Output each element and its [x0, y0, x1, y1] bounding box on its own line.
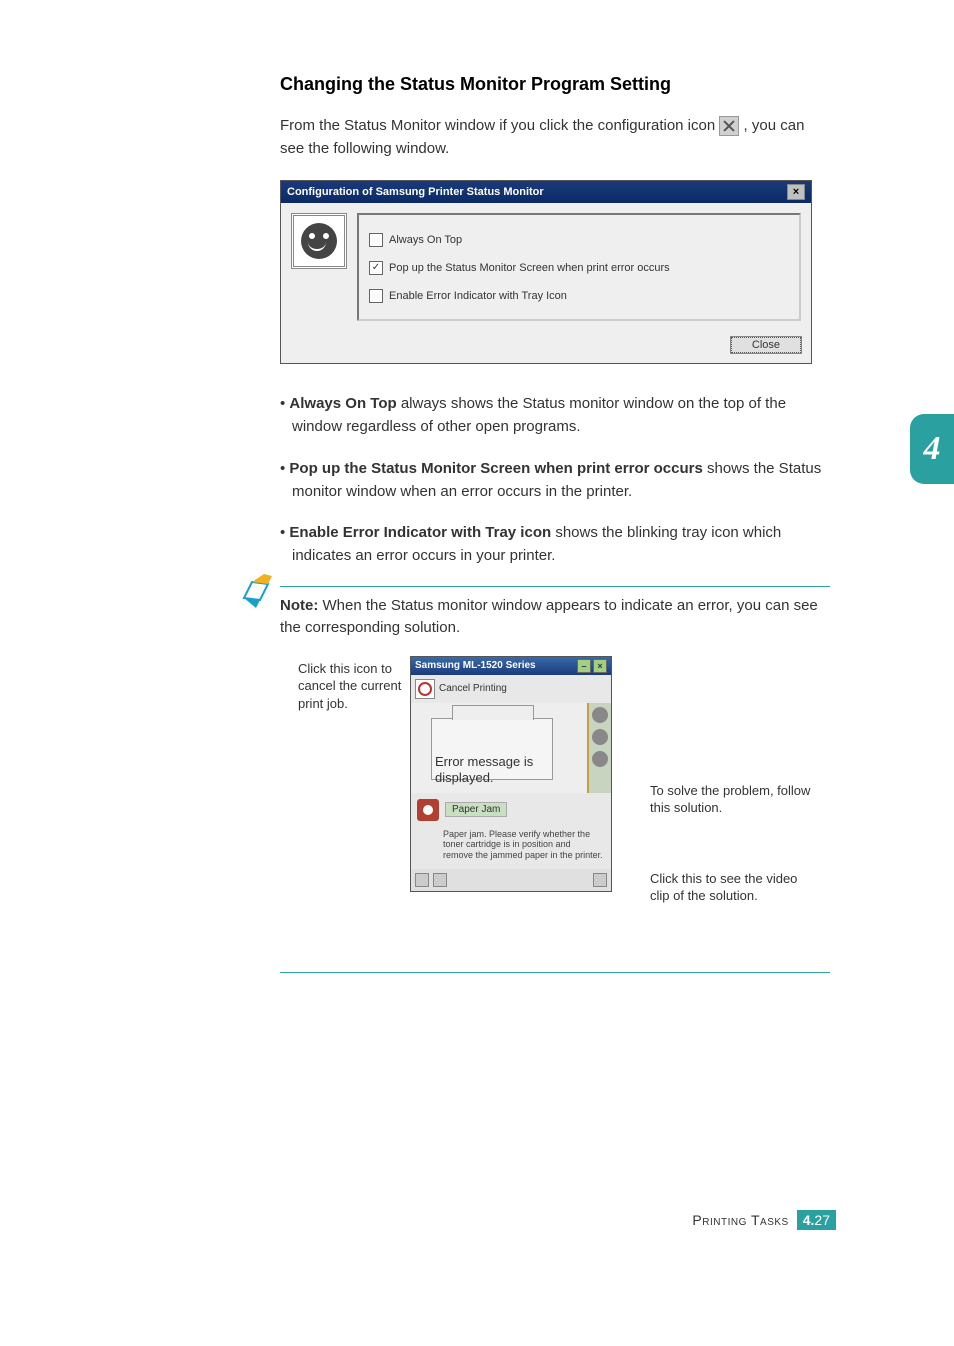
- dialog-close-x[interactable]: ×: [787, 184, 805, 200]
- stop-icon[interactable]: [433, 873, 447, 887]
- note-label: Note:: [280, 597, 318, 614]
- checkbox-icon[interactable]: [369, 289, 383, 303]
- media-controls: [411, 869, 611, 891]
- rewind-icon[interactable]: [415, 873, 429, 887]
- dialog-titlebar: Configuration of Samsung Printer Status …: [281, 181, 811, 203]
- bullet-bold: Pop up the Status Monitor Screen when pr…: [289, 460, 702, 477]
- cancel-print-label: Cancel Printing: [439, 683, 507, 694]
- callout-cancel: Click this icon to cancel the current pr…: [298, 660, 408, 713]
- config-icon: [719, 116, 739, 136]
- option-always-on-top[interactable]: Always On Top: [369, 233, 789, 247]
- close-button[interactable]: ×: [593, 659, 607, 673]
- note-icon: [238, 568, 282, 612]
- bullet-bold: Always On Top: [289, 395, 396, 412]
- section-heading: Changing the Status Monitor Program Sett…: [280, 74, 830, 95]
- status-title: Samsung ML-1520 Series: [415, 660, 536, 671]
- option-label: Pop up the Status Monitor Screen when pr…: [389, 262, 670, 274]
- options-panel: Always On Top ✓ Pop up the Status Monito…: [357, 213, 801, 321]
- status-titlebar: Samsung ML-1520 Series – ×: [411, 657, 611, 675]
- checkbox-icon[interactable]: [369, 233, 383, 247]
- option-popup-on-error[interactable]: ✓ Pop up the Status Monitor Screen when …: [369, 261, 789, 275]
- callout-solve: To solve the problem, follow this soluti…: [650, 782, 820, 817]
- status-row: Paper Jam: [411, 793, 611, 827]
- footer-label: Printing Tasks: [692, 1212, 788, 1228]
- chapter-tab: 4: [910, 414, 954, 484]
- bullet-item: • Always On Top always shows the Status …: [280, 392, 830, 439]
- checkbox-icon[interactable]: ✓: [369, 261, 383, 275]
- tool-icon[interactable]: [592, 729, 608, 745]
- tool-icon[interactable]: [592, 751, 608, 767]
- intro-text-1: From the Status Monitor window if you cl…: [280, 117, 719, 134]
- bullet-bold: Enable Error Indicator with Tray icon: [289, 524, 551, 541]
- option-label: Enable Error Indicator with Tray Icon: [389, 290, 567, 302]
- cancel-print-icon[interactable]: [415, 679, 435, 699]
- option-label: Always On Top: [389, 234, 462, 246]
- config-dialog: Configuration of Samsung Printer Status …: [280, 180, 812, 364]
- error-icon: [417, 799, 439, 821]
- dialog-title: Configuration of Samsung Printer Status …: [287, 186, 544, 198]
- annotated-figure: Click this icon to cancel the current pr…: [280, 656, 830, 956]
- close-button[interactable]: Close: [731, 337, 801, 353]
- play-icon[interactable]: [593, 873, 607, 887]
- option-tray-indicator[interactable]: Enable Error Indicator with Tray Icon: [369, 289, 789, 303]
- callout-error-message: Error message is displayed.: [435, 754, 535, 788]
- intro-paragraph: From the Status Monitor window if you cl…: [280, 115, 830, 160]
- bullet-item: • Enable Error Indicator with Tray icon …: [280, 521, 830, 568]
- note-text-body: When the Status monitor window appears t…: [280, 597, 818, 637]
- note-block: Note: When the Status monitor window app…: [280, 586, 830, 640]
- bullet-list: • Always On Top always shows the Status …: [280, 392, 830, 568]
- footer-chapter: 4.: [803, 1212, 815, 1228]
- tool-icon[interactable]: [592, 707, 608, 723]
- footer-page: 27: [814, 1212, 830, 1228]
- page-footer: Printing Tasks 4.27: [692, 1210, 836, 1230]
- status-label: Paper Jam: [445, 802, 507, 817]
- side-toolbar: [589, 703, 611, 793]
- status-smiley-icon: [291, 213, 347, 269]
- callout-video: Click this to see the video clip of the …: [650, 870, 820, 905]
- page-number-box: 4.27: [797, 1210, 836, 1230]
- bullet-item: • Pop up the Status Monitor Screen when …: [280, 457, 830, 504]
- status-description: Paper jam. Please verify whether the ton…: [411, 827, 611, 869]
- minimize-button[interactable]: –: [577, 659, 591, 673]
